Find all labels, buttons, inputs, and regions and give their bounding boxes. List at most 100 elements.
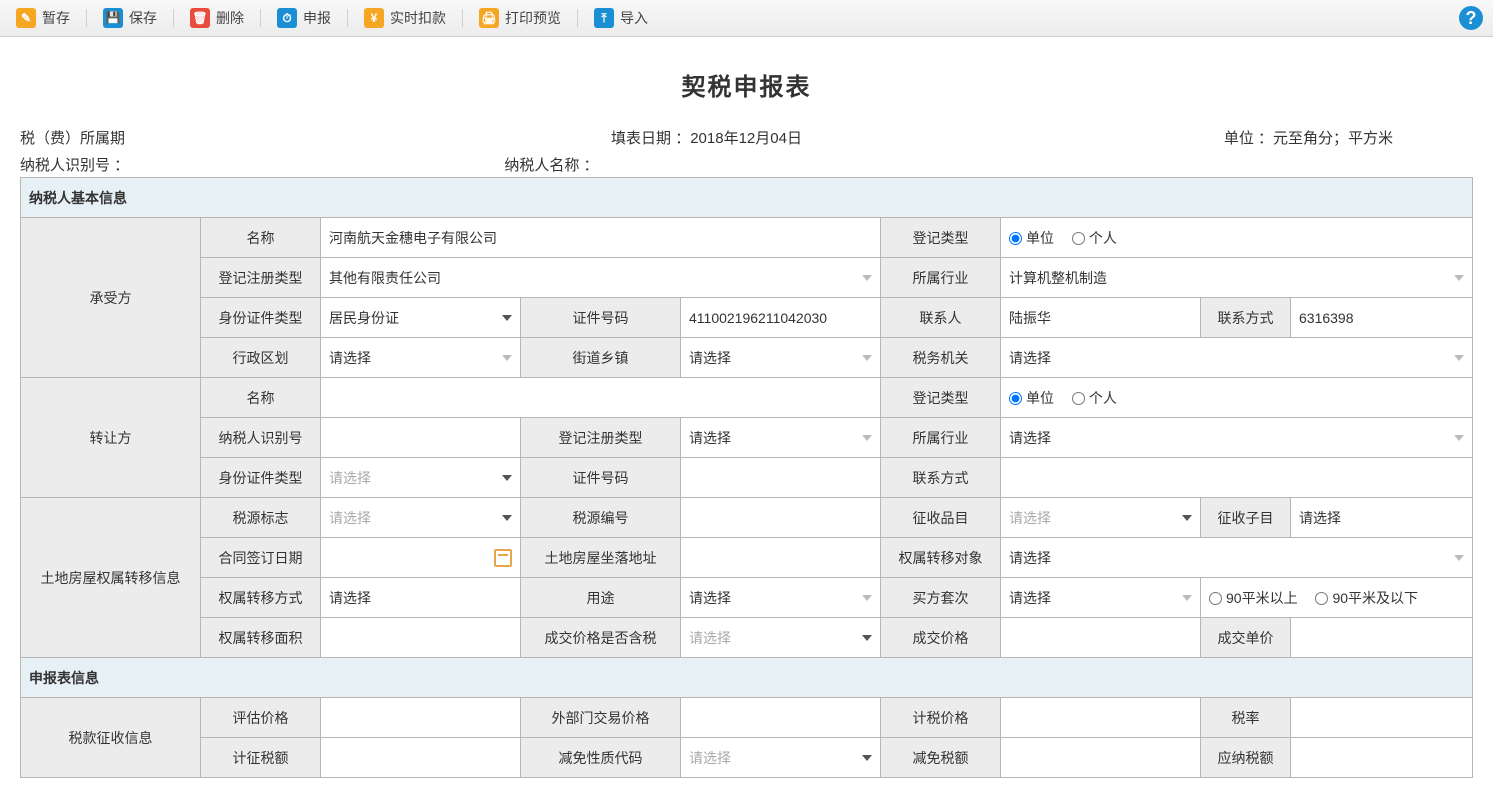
chevron-down-icon bbox=[862, 355, 872, 361]
print-icon: 🖨 bbox=[479, 8, 499, 28]
chevron-down-icon bbox=[862, 635, 872, 641]
chevron-down-icon bbox=[862, 435, 872, 441]
transferor-id-type-select[interactable]: 请选择 bbox=[321, 458, 521, 498]
delete-button[interactable]: 🗑删除 bbox=[184, 6, 250, 30]
name-label: 名称 bbox=[201, 378, 321, 418]
collect-item-label: 征收品目 bbox=[881, 498, 1001, 538]
receiver-reg-reg-type-select[interactable]: 其他有限责任公司 bbox=[321, 258, 881, 298]
collect-sub-select[interactable]: 请选择 bbox=[1291, 498, 1473, 538]
fill-date-label: 填表日期 ： bbox=[611, 130, 690, 147]
temp-save-button[interactable]: ✎暂存 bbox=[10, 6, 76, 30]
tax-price-input[interactable] bbox=[1001, 698, 1201, 738]
radio-90-plus[interactable] bbox=[1209, 592, 1222, 605]
separator bbox=[462, 9, 463, 27]
receiver-industry-select[interactable]: 计算机整机制造 bbox=[1001, 258, 1473, 298]
area-size-radio[interactable]: 90平米以上 90平米及以下 bbox=[1201, 578, 1473, 618]
chevron-down-icon bbox=[862, 275, 872, 281]
taxpayer-no-label: 纳税人识别号 bbox=[201, 418, 321, 458]
reg-type-label: 登记类型 bbox=[881, 218, 1001, 258]
phone-label: 联系方式 bbox=[1201, 298, 1291, 338]
period-label: 税（费）所属期 bbox=[20, 127, 478, 148]
id-type-label: 身份证件类型 bbox=[201, 458, 321, 498]
transferor-taxpayer-no-input[interactable] bbox=[321, 418, 521, 458]
chevron-down-icon bbox=[502, 515, 512, 521]
receiver-label: 承受方 bbox=[21, 218, 201, 378]
import-button[interactable]: ⤒导入 bbox=[588, 6, 654, 30]
separator bbox=[173, 9, 174, 27]
transferor-reg-reg-type-select[interactable]: 请选择 bbox=[681, 418, 881, 458]
transfer-area-input[interactable] bbox=[321, 618, 521, 658]
source-flag-select[interactable]: 请选择 bbox=[321, 498, 521, 538]
radio-person[interactable] bbox=[1072, 392, 1085, 405]
chevron-down-icon bbox=[1454, 355, 1464, 361]
radio-unit[interactable] bbox=[1009, 392, 1022, 405]
contract-date-input[interactable] bbox=[321, 538, 521, 578]
land-info-label: 土地房屋权属转移信息 bbox=[21, 498, 201, 658]
transferor-name-input[interactable] bbox=[321, 378, 881, 418]
reduce-code-select[interactable]: 请选择 bbox=[681, 738, 881, 778]
id-no-label: 证件号码 bbox=[521, 458, 681, 498]
transferor-industry-select[interactable]: 请选择 bbox=[1001, 418, 1473, 458]
ext-price-input[interactable] bbox=[681, 698, 881, 738]
transfer-method-label: 权属转移方式 bbox=[201, 578, 321, 618]
address-input[interactable] bbox=[681, 538, 881, 578]
receiver-id-type-select[interactable]: 居民身份证 bbox=[321, 298, 521, 338]
unit-price-input[interactable] bbox=[1291, 618, 1473, 658]
tax-auth-label: 税务机关 bbox=[881, 338, 1001, 378]
import-icon: ⤒ bbox=[594, 8, 614, 28]
deal-price-input[interactable] bbox=[1001, 618, 1201, 658]
tax-base-input[interactable] bbox=[321, 738, 521, 778]
tax-rate-input[interactable] bbox=[1291, 698, 1473, 738]
source-flag-label: 税源标志 bbox=[201, 498, 321, 538]
transferor-id-no-input[interactable] bbox=[681, 458, 881, 498]
receiver-reg-type-radio[interactable]: 单位 个人 bbox=[1001, 218, 1473, 258]
industry-label: 所属行业 bbox=[881, 258, 1001, 298]
transfer-obj-label: 权属转移对象 bbox=[881, 538, 1001, 578]
reduce-amount-input[interactable] bbox=[1001, 738, 1201, 778]
source-no-label: 税源编号 bbox=[521, 498, 681, 538]
admin-div-select[interactable]: 请选择 bbox=[321, 338, 521, 378]
separator bbox=[577, 9, 578, 27]
collect-item-select[interactable]: 请选择 bbox=[1001, 498, 1201, 538]
receiver-phone-input[interactable]: 6316398 bbox=[1291, 298, 1473, 338]
radio-person[interactable] bbox=[1072, 232, 1085, 245]
deduct-button[interactable]: ¥实时扣款 bbox=[358, 6, 452, 30]
transferor-label: 转让方 bbox=[21, 378, 201, 498]
name-label: 名称 bbox=[201, 218, 321, 258]
delete-icon: 🗑 bbox=[190, 8, 210, 28]
declare-button[interactable]: ⏱申报 bbox=[271, 6, 337, 30]
usage-select[interactable]: 请选择 bbox=[681, 578, 881, 618]
fill-date-value: 2018年12月04日 bbox=[690, 130, 802, 147]
receiver-contact-input[interactable]: 陆振华 bbox=[1001, 298, 1201, 338]
transferor-phone-input[interactable] bbox=[1001, 458, 1473, 498]
radio-unit[interactable] bbox=[1009, 232, 1022, 245]
payable-input[interactable] bbox=[1291, 738, 1473, 778]
save-button[interactable]: 💾保存 bbox=[97, 6, 163, 30]
usage-label: 用途 bbox=[521, 578, 681, 618]
source-no-input[interactable] bbox=[681, 498, 881, 538]
transferor-reg-type-radio[interactable]: 单位 个人 bbox=[1001, 378, 1473, 418]
receiver-id-no-input[interactable]: 411002196211042030 bbox=[681, 298, 881, 338]
chevron-down-icon bbox=[1454, 435, 1464, 441]
street-select[interactable]: 请选择 bbox=[681, 338, 881, 378]
price-tax-select[interactable]: 请选择 bbox=[681, 618, 881, 658]
toolbar: ✎暂存 💾保存 🗑删除 ⏱申报 ¥实时扣款 🖨打印预览 ⤒导入 ? bbox=[0, 0, 1493, 37]
chevron-down-icon bbox=[862, 595, 872, 601]
tax-info-label: 税款征收信息 bbox=[21, 698, 201, 778]
ext-price-label: 外部门交易价格 bbox=[521, 698, 681, 738]
industry-label: 所属行业 bbox=[881, 418, 1001, 458]
buyer-set-label: 买方套次 bbox=[881, 578, 1001, 618]
print-button[interactable]: 🖨打印预览 bbox=[473, 6, 567, 30]
receiver-name-input[interactable]: 河南航天金穗电子有限公司 bbox=[321, 218, 881, 258]
transfer-method-select[interactable]: 请选择 bbox=[321, 578, 521, 618]
help-icon[interactable]: ? bbox=[1459, 6, 1483, 30]
deal-price-label: 成交价格 bbox=[881, 618, 1001, 658]
tax-auth-select[interactable]: 请选择 bbox=[1001, 338, 1473, 378]
reg-reg-type-label: 登记注册类型 bbox=[521, 418, 681, 458]
id-type-label: 身份证件类型 bbox=[201, 298, 321, 338]
transfer-obj-select[interactable]: 请选择 bbox=[1001, 538, 1473, 578]
eval-price-input[interactable] bbox=[321, 698, 521, 738]
radio-90-minus[interactable] bbox=[1315, 592, 1328, 605]
payable-label: 应纳税额 bbox=[1201, 738, 1291, 778]
buyer-set-select[interactable]: 请选择 bbox=[1001, 578, 1201, 618]
